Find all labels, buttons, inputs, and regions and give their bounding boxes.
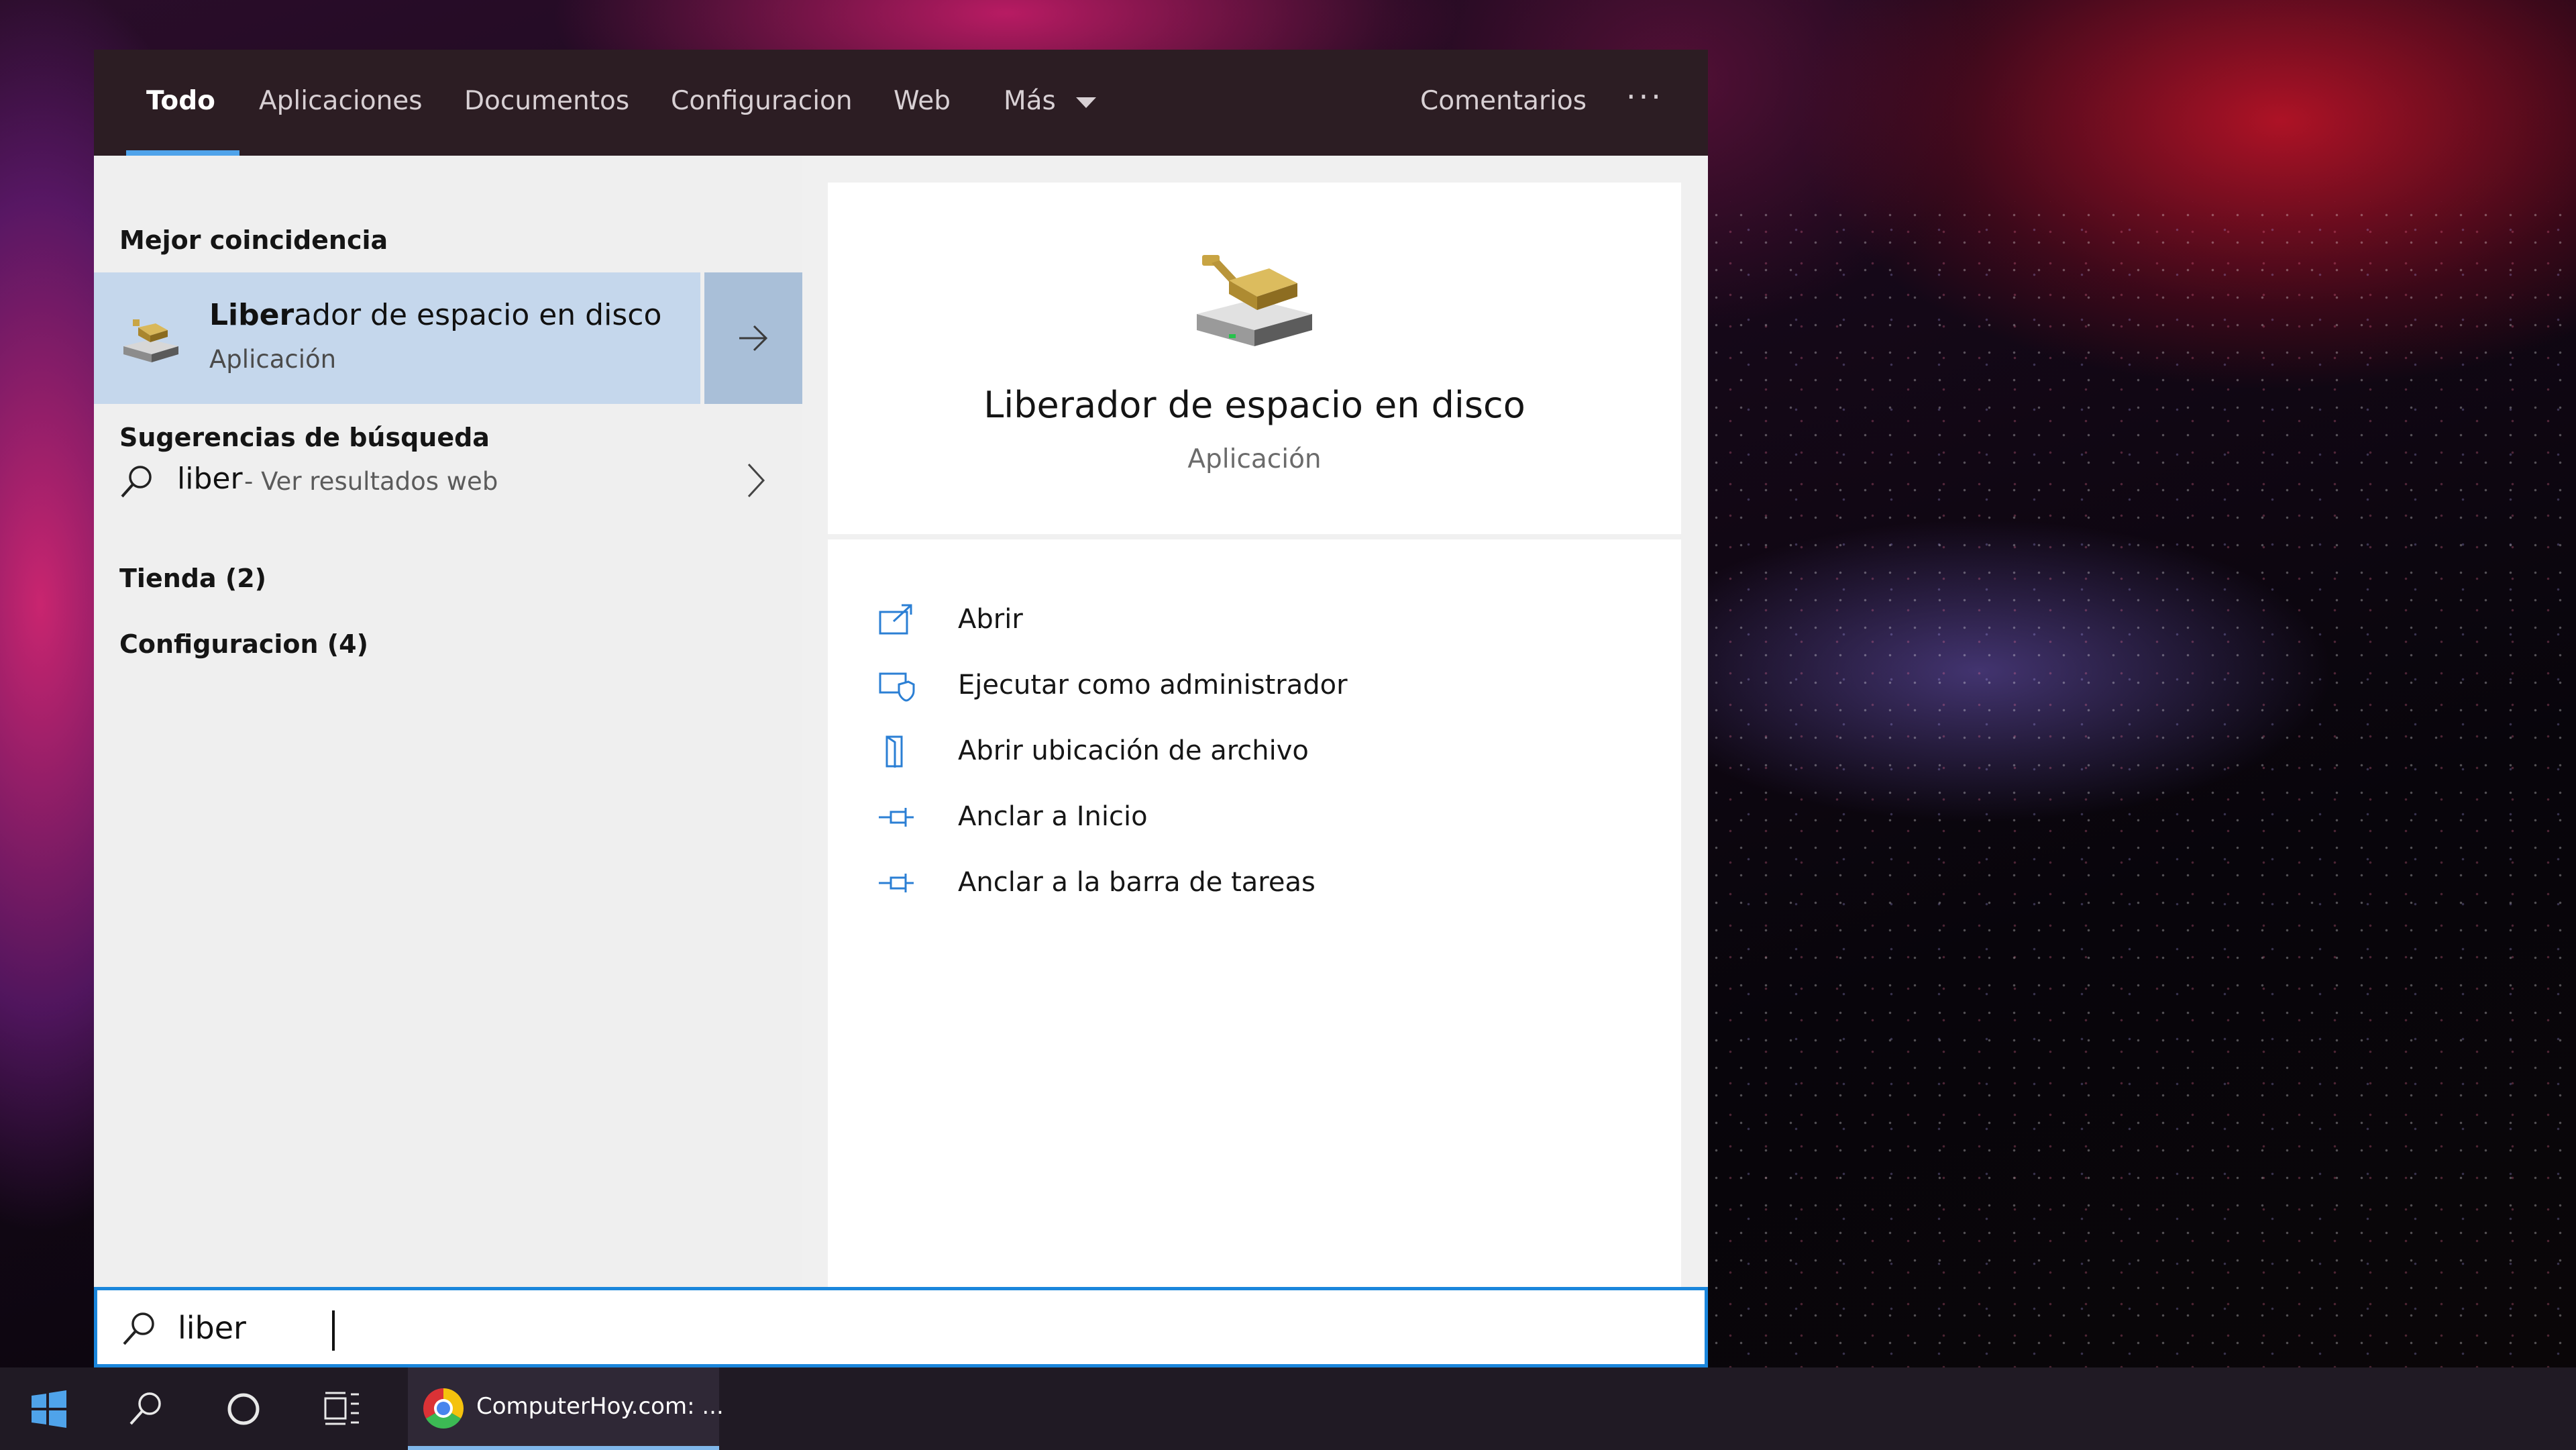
best-match-heading: Mejor coincidencia: [119, 225, 388, 255]
details-panel: Liberador de espacio en disco Aplicación…: [828, 183, 1681, 1333]
tab-label: Configuracion: [671, 86, 853, 116]
wallpaper-stars: [1704, 201, 2576, 1369]
tab-label: Documentos: [464, 86, 630, 116]
action-pin-to-start[interactable]: Anclar a Inicio: [877, 790, 1642, 844]
best-match-item[interactable]: Liberador de espacio en disco Aplicación: [94, 272, 700, 404]
more-options-button[interactable]: ···: [1626, 50, 1664, 156]
windows-logo-icon: [32, 1390, 66, 1428]
action-open[interactable]: Abrir: [877, 593, 1642, 647]
tab-web[interactable]: Web: [894, 50, 951, 156]
chrome-icon: [423, 1388, 464, 1429]
web-suggestion-item[interactable]: liber - Ver resultados web: [94, 442, 802, 519]
task-view-button[interactable]: [292, 1367, 390, 1450]
active-tab-indicator: [126, 150, 239, 156]
pin-icon: [879, 808, 914, 827]
tab-aplicaciones[interactable]: Aplicaciones: [259, 50, 423, 156]
disk-cleanup-icon: [123, 319, 178, 362]
taskbar-search-button[interactable]: [97, 1367, 195, 1450]
details-divider: [828, 534, 1681, 539]
search-input[interactable]: [176, 1302, 1682, 1353]
disk-cleanup-large-icon: [1197, 255, 1312, 346]
feedback-label: Comentarios: [1420, 86, 1587, 116]
file-location-icon: [885, 735, 903, 768]
best-match-row: Liberador de espacio en disco Aplicación: [94, 272, 802, 404]
task-view-icon: [324, 1392, 359, 1425]
details-subtitle: Aplicación: [1187, 444, 1322, 474]
running-app-indicator: [408, 1446, 719, 1450]
action-label: Anclar a Inicio: [958, 801, 1148, 832]
suggestion-hint: - Ver resultados web: [244, 467, 498, 496]
feedback-button[interactable]: Comentarios: [1420, 50, 1587, 156]
search-box: [94, 1287, 1708, 1367]
search-icon: [121, 466, 152, 498]
search-flyout: Todo Aplicaciones Documentos Configuraci…: [94, 50, 1708, 1367]
start-button[interactable]: [0, 1367, 98, 1450]
best-match-title-rest: ador de espacio en disco: [294, 298, 662, 332]
results-panel: Mejor coincidencia Liberador de espacio …: [94, 156, 802, 1337]
action-label: Abrir: [958, 604, 1023, 635]
tab-label: Web: [894, 86, 951, 116]
action-open-file-location[interactable]: Abrir ubicación de archivo: [877, 725, 1642, 778]
cortana-button[interactable]: [195, 1367, 292, 1450]
best-match-title: Liberador de espacio en disco: [209, 298, 661, 332]
action-label: Anclar a la barra de tareas: [958, 867, 1316, 898]
taskbar-app-label: ComputerHoy.com: ...: [476, 1393, 724, 1420]
tab-documentos[interactable]: Documentos: [464, 50, 629, 156]
more-options-icon: ···: [1626, 79, 1664, 115]
details-title: Liberador de espacio en disco: [983, 384, 1525, 426]
cortana-icon: [227, 1393, 260, 1425]
best-match-subtitle: Aplicación: [209, 345, 337, 374]
pin-icon: [879, 874, 914, 892]
tab-mas[interactable]: Más: [1004, 50, 1097, 156]
arrow-right-icon: [739, 325, 768, 352]
tab-label: Más: [1004, 86, 1056, 116]
search-icon: [129, 1392, 161, 1425]
action-label: Abrir ubicación de archivo: [958, 735, 1309, 766]
expand-details-button[interactable]: [704, 272, 802, 404]
action-pin-to-taskbar[interactable]: Anclar a la barra de tareas: [877, 856, 1642, 910]
open-icon: [879, 604, 912, 635]
taskbar-chrome-app[interactable]: ComputerHoy.com: ...: [408, 1367, 724, 1450]
store-category[interactable]: Tienda (2): [119, 564, 266, 593]
taskbar: ComputerHoy.com: ...: [0, 1367, 2576, 1450]
action-label: Ejecutar como administrador: [958, 670, 1348, 701]
tab-label: Aplicaciones: [259, 86, 423, 116]
tab-label: Todo: [146, 86, 215, 116]
search-icon: [123, 1312, 154, 1345]
action-run-as-admin[interactable]: Ejecutar como administrador: [877, 659, 1642, 713]
search-tab-bar: Todo Aplicaciones Documentos Configuraci…: [94, 50, 1708, 156]
settings-category[interactable]: Configuracion (4): [119, 629, 368, 659]
caret-down-icon: [1076, 97, 1097, 108]
chevron-right-icon: [747, 463, 765, 498]
suggestion-query: liber: [177, 462, 243, 496]
tab-configuracion[interactable]: Configuracion: [671, 50, 853, 156]
tab-todo[interactable]: Todo: [126, 50, 239, 156]
run-as-admin-icon: [879, 672, 915, 702]
text-cursor: [332, 1310, 335, 1351]
best-match-title-highlight: Liber: [209, 298, 294, 332]
